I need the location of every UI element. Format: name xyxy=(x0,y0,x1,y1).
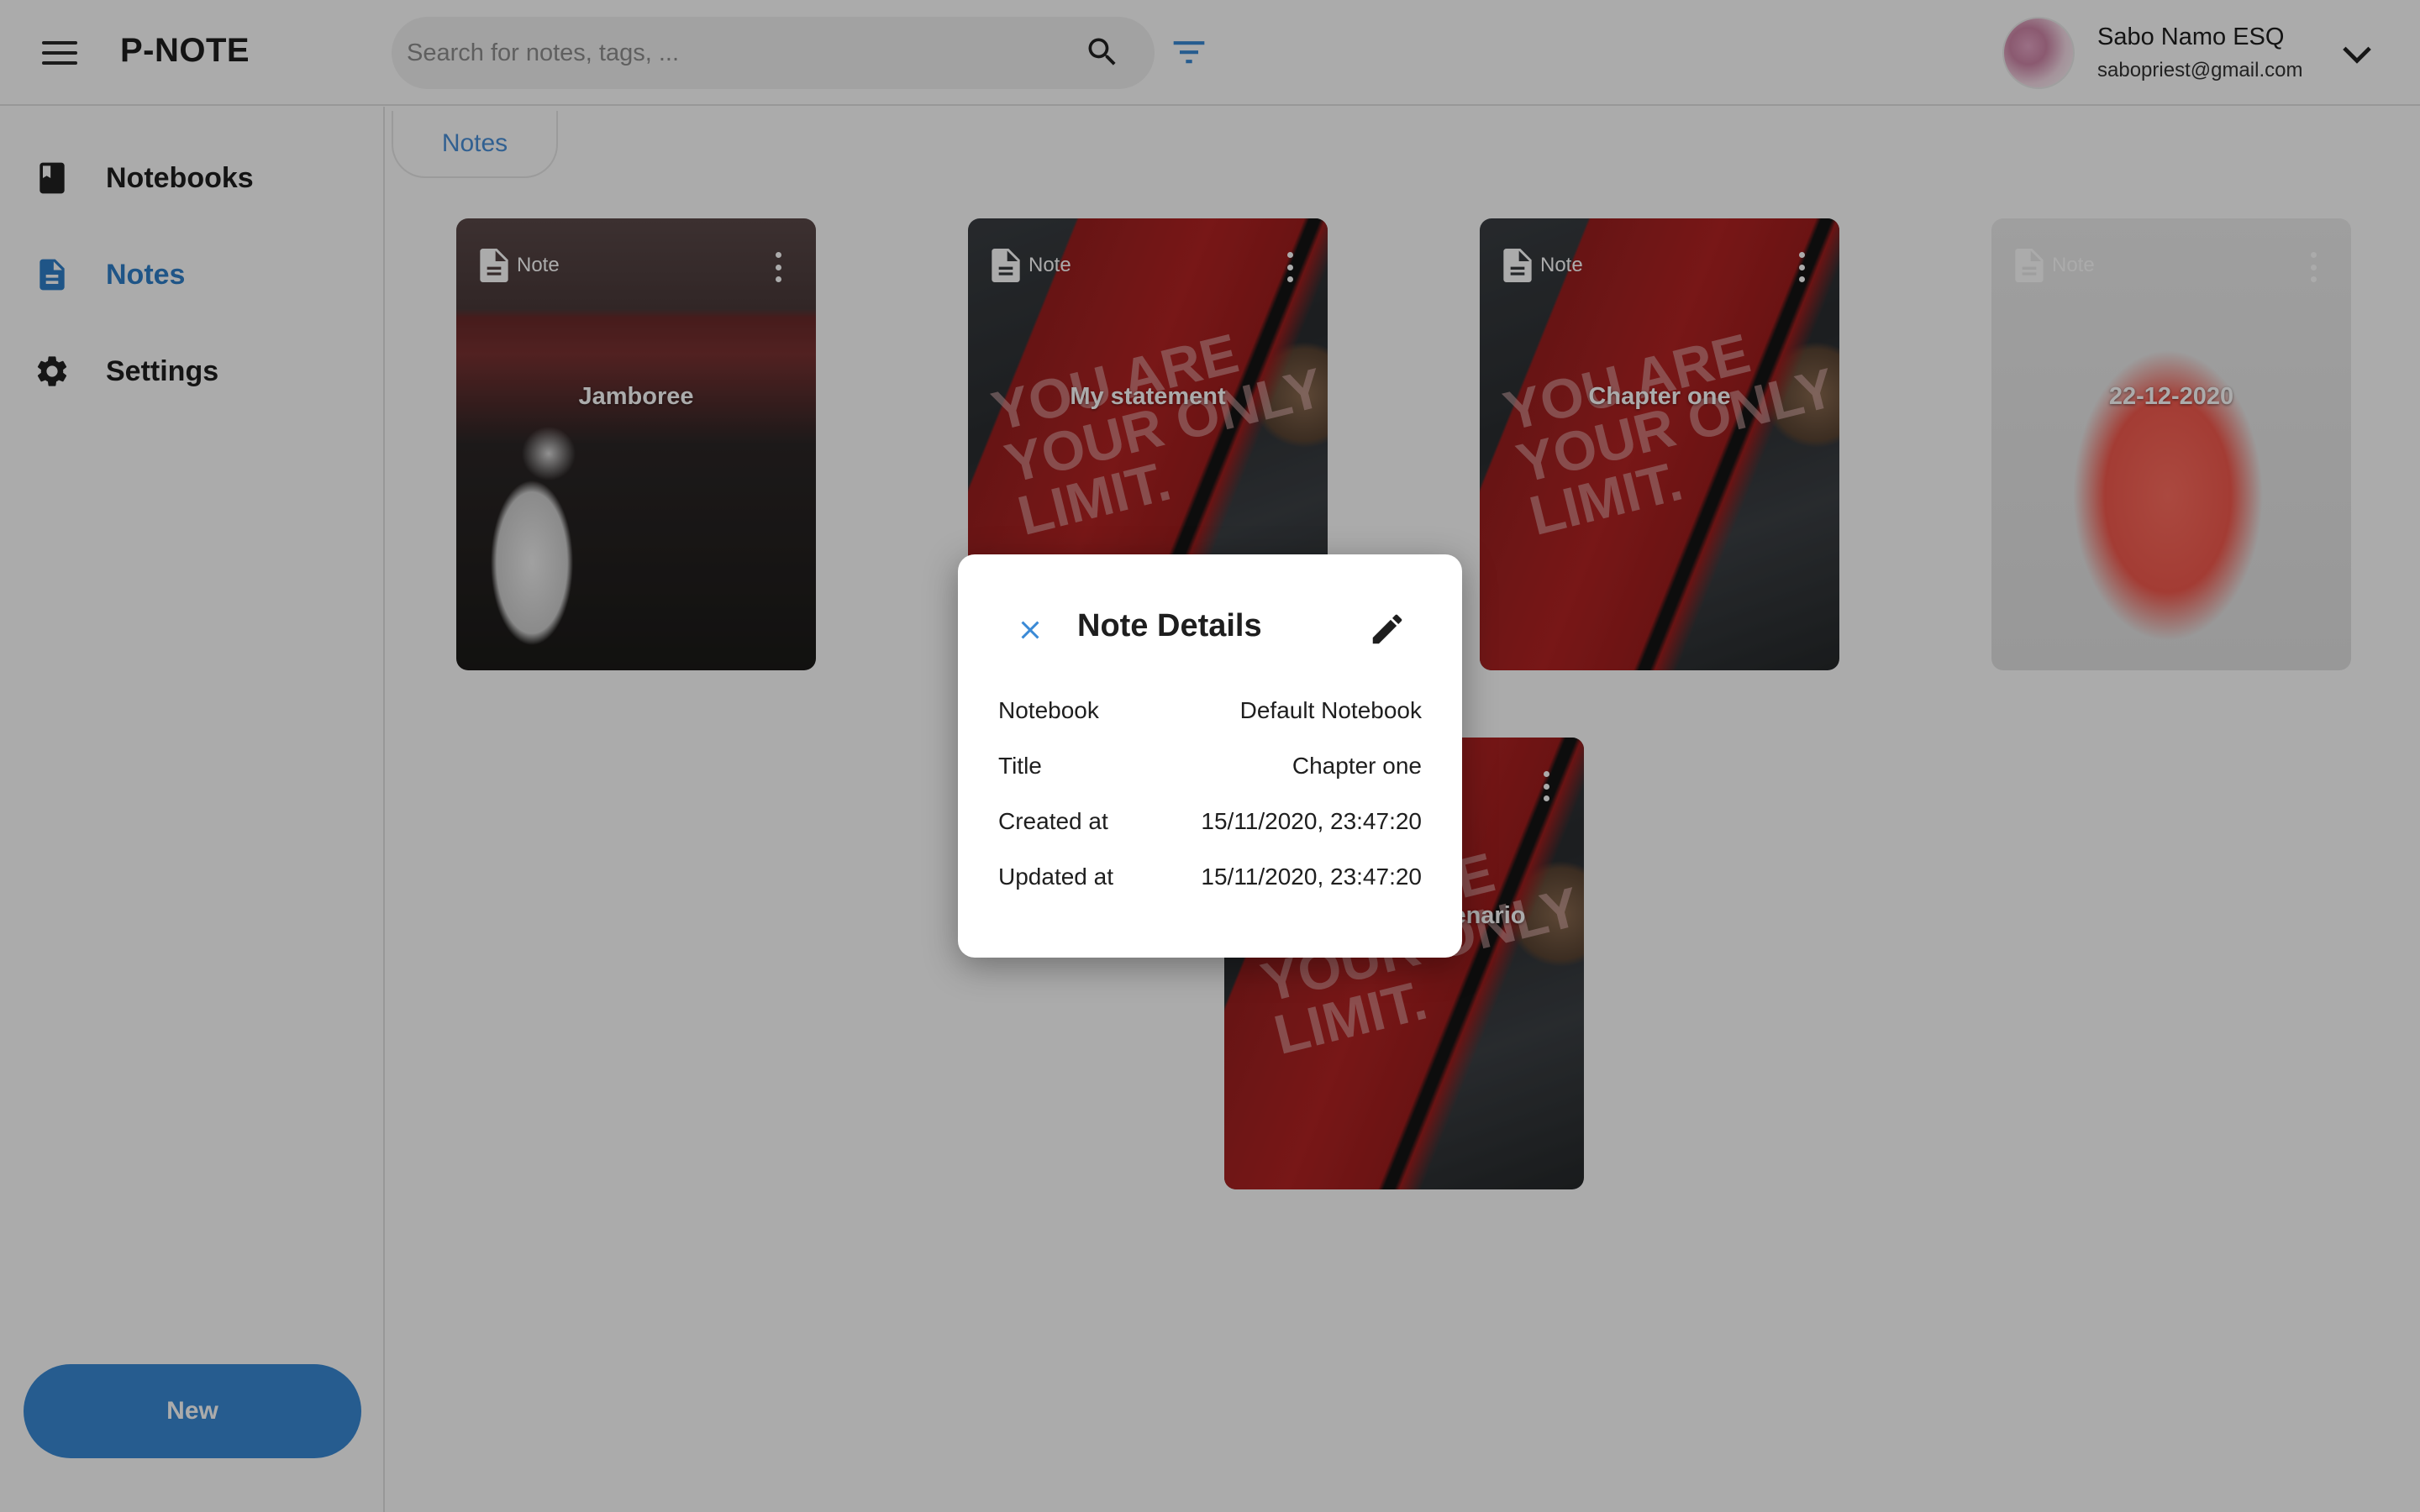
note-details-dialog: Note Details Notebook Default Notebook T… xyxy=(958,554,1462,958)
detail-label: Title xyxy=(998,753,1042,779)
detail-value: Chapter one xyxy=(1292,753,1422,779)
detail-row-updated: Updated at 15/11/2020, 23:47:20 xyxy=(998,864,1422,897)
detail-value: Default Notebook xyxy=(1239,697,1422,723)
edit-icon[interactable] xyxy=(1368,610,1407,648)
detail-row-title: Title Chapter one xyxy=(998,753,1422,786)
detail-row-created: Created at 15/11/2020, 23:47:20 xyxy=(998,808,1422,842)
dialog-title: Note Details xyxy=(1077,608,1262,643)
detail-value: 15/11/2020, 23:47:20 xyxy=(1201,864,1422,890)
detail-label: Created at xyxy=(998,808,1108,834)
close-icon[interactable] xyxy=(1015,615,1045,645)
detail-row-notebook: Notebook Default Notebook xyxy=(998,697,1422,731)
detail-label: Notebook xyxy=(998,697,1099,723)
detail-value: 15/11/2020, 23:47:20 xyxy=(1201,808,1422,834)
detail-label: Updated at xyxy=(998,864,1113,890)
